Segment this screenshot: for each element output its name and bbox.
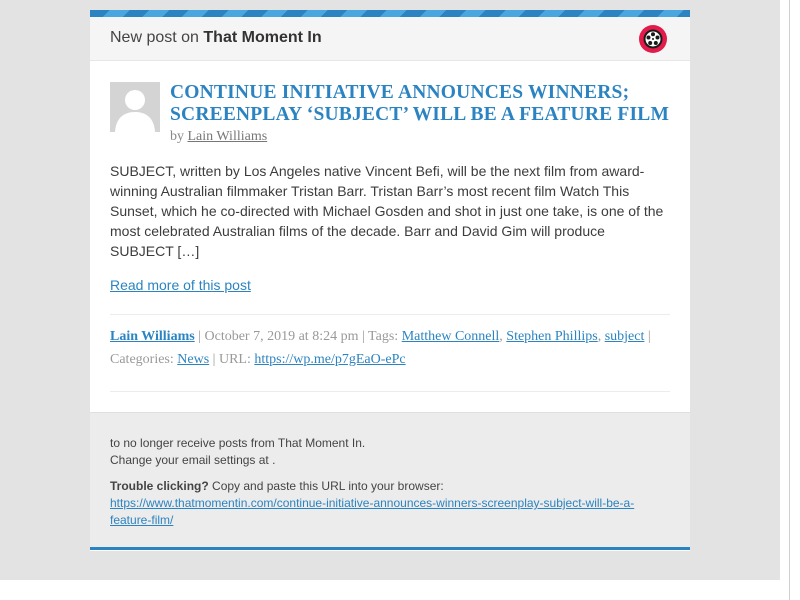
meta-author-link[interactable]: Lain Williams (110, 329, 195, 344)
author-avatar[interactable] (110, 82, 160, 132)
right-divider (789, 0, 790, 600)
email-footer: to no longer receive posts from That Mom… (90, 412, 690, 550)
meta-tags-label: Tags: (368, 329, 399, 344)
tag-link[interactable]: Stephen Phillips (506, 329, 597, 344)
header-prefix: New post on (110, 29, 199, 46)
post-title-line1[interactable]: CONTINUE INITIATIVE ANNOUNCES WINNERS; (170, 82, 680, 104)
header-title: New post on That Moment In (110, 29, 322, 47)
shortlink[interactable]: https://wp.me/p7gEaO-ePc (254, 352, 405, 367)
footer-content: to no longer receive posts from That Mom… (110, 435, 670, 529)
meta-categories-label: Categories: (110, 352, 174, 367)
byline: by Lain Williams (170, 129, 267, 145)
trouble-label: Trouble clicking? (110, 479, 209, 493)
default-avatar-icon (110, 82, 160, 132)
read-more-link[interactable]: Read more of this post (110, 277, 251, 293)
meta-date: October 7, 2019 at 8:24 pm (204, 329, 359, 344)
trouble-text: Trouble clicking? Copy and paste this UR… (110, 478, 670, 495)
bottom-stripe (90, 547, 690, 550)
email-card: New post on That Moment In CONTINUE INIT… (90, 10, 690, 551)
settings-text: Change your email settings at . (110, 453, 276, 467)
category-link[interactable]: News (177, 352, 209, 367)
byline-label: by (170, 129, 184, 144)
tag-link[interactable]: subject (605, 329, 645, 344)
full-post-url[interactable]: https://www.thatmomentin.com/continue-in… (110, 495, 670, 529)
right-margin (780, 0, 800, 600)
byline-author-link[interactable]: Lain Williams (188, 129, 268, 144)
post-meta: Lain Williams | October 7, 2019 at 8:24 … (110, 314, 670, 392)
post-title[interactable]: CONTINUE INITIATIVE ANNOUNCES WINNERS; S… (170, 82, 680, 126)
meta-url-label: URL: (218, 352, 251, 367)
post-title-line2[interactable]: SCREENPLAY ‘SUBJECT’ WILL BE A FEATURE F… (170, 104, 680, 126)
unsubscribe-text: to no longer receive posts from That Mom… (110, 436, 366, 450)
trouble-instructions: Copy and paste this URL into your browse… (212, 479, 444, 493)
email-header: New post on That Moment In (90, 17, 690, 61)
top-stripe (90, 10, 690, 17)
film-reel-icon[interactable] (639, 25, 667, 53)
post-excerpt: SUBJECT, written by Los Angeles native V… (110, 163, 664, 259)
site-name[interactable]: That Moment In (203, 29, 321, 46)
tag-link[interactable]: Matthew Connell (402, 329, 500, 344)
